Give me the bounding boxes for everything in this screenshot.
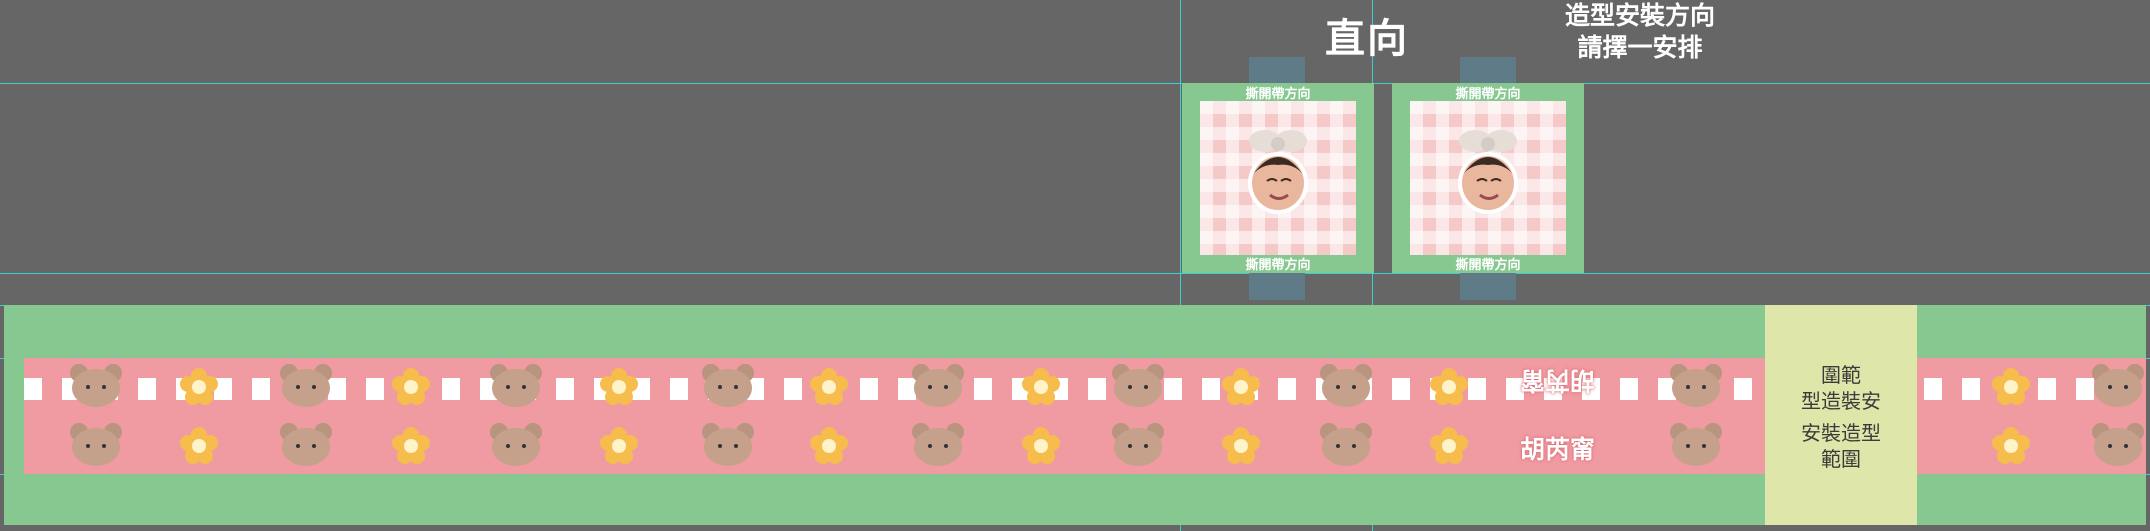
child-face-image bbox=[1458, 130, 1518, 214]
flower-icon bbox=[810, 427, 848, 464]
bear-icon bbox=[702, 423, 754, 466]
flower-icon bbox=[1222, 427, 1260, 464]
bear-icon bbox=[280, 423, 332, 466]
flower-icon bbox=[1430, 368, 1468, 405]
tab-bottom bbox=[1249, 273, 1305, 300]
tab-bottom bbox=[1460, 273, 1516, 300]
tab-top bbox=[1249, 57, 1305, 83]
note-line-2: 請擇一安排 bbox=[1577, 33, 1703, 62]
notice-bottom-line-1: 安裝造型 bbox=[1801, 421, 1881, 445]
guide-line bbox=[0, 273, 2150, 274]
flower-icon bbox=[180, 368, 218, 405]
bear-icon bbox=[912, 423, 964, 466]
page-title: 直向 bbox=[1325, 16, 1409, 62]
bear-icon bbox=[70, 364, 122, 407]
bear-icon bbox=[490, 364, 542, 407]
installation-note: 造型安裝方向 請擇一安排 bbox=[1565, 0, 1715, 64]
flower-icon bbox=[1992, 427, 2030, 464]
flower-icon bbox=[1022, 368, 1060, 405]
tab-top bbox=[1460, 57, 1516, 83]
bear-icon bbox=[1320, 364, 1372, 407]
flower-icon bbox=[1430, 427, 1468, 464]
bear-icon bbox=[2092, 423, 2144, 466]
bear-icon bbox=[1670, 364, 1722, 407]
flower-icon bbox=[810, 368, 848, 405]
flower-icon bbox=[392, 368, 430, 405]
bear-icon bbox=[70, 423, 122, 466]
bear-icon bbox=[490, 423, 542, 466]
flower-icon bbox=[1222, 368, 1260, 405]
sticker-top-label: 撕開帶方向 bbox=[1455, 87, 1521, 102]
bear-icon bbox=[1112, 423, 1164, 466]
sticker-preview-2: 撕開帶方向 撕開帶方向 bbox=[1392, 83, 1584, 273]
guide-line bbox=[0, 83, 2150, 84]
flower-icon bbox=[392, 427, 430, 464]
installation-area-panel: 圍範 型造裝安 安裝造型 範圍 bbox=[1765, 305, 1917, 525]
bear-icon bbox=[280, 364, 332, 407]
bear-icon bbox=[702, 364, 754, 407]
name-label-mirrored: 胡芮甯 bbox=[1520, 366, 1596, 395]
bear-icon bbox=[912, 364, 964, 407]
flower-icon bbox=[600, 368, 638, 405]
note-line-1: 造型安裝方向 bbox=[1565, 1, 1716, 30]
bear-icon bbox=[1320, 423, 1372, 466]
notice-bottom-line-2: 範圍 bbox=[1821, 447, 1861, 471]
bear-icon bbox=[1112, 364, 1164, 407]
sticker-bottom-label: 撕開帶方向 bbox=[1245, 258, 1311, 273]
flower-icon bbox=[1022, 427, 1060, 464]
bear-icon bbox=[2092, 364, 2144, 407]
sticker-bottom-label: 撕開帶方向 bbox=[1455, 258, 1521, 273]
bear-icon bbox=[1670, 423, 1722, 466]
notice-top-line-1: 圍範 bbox=[1821, 363, 1861, 387]
sticker-preview-1: 撕開帶方向 撕開帶方向 bbox=[1182, 83, 1374, 273]
flower-icon bbox=[180, 427, 218, 464]
notice-top-line-2: 型造裝安 bbox=[1801, 389, 1881, 413]
name-label: 胡芮甯 bbox=[1520, 435, 1596, 464]
flower-icon bbox=[600, 427, 638, 464]
flower-icon bbox=[1992, 368, 2030, 405]
child-face-image bbox=[1248, 130, 1308, 214]
sticker-top-label: 撕開帶方向 bbox=[1245, 87, 1311, 102]
